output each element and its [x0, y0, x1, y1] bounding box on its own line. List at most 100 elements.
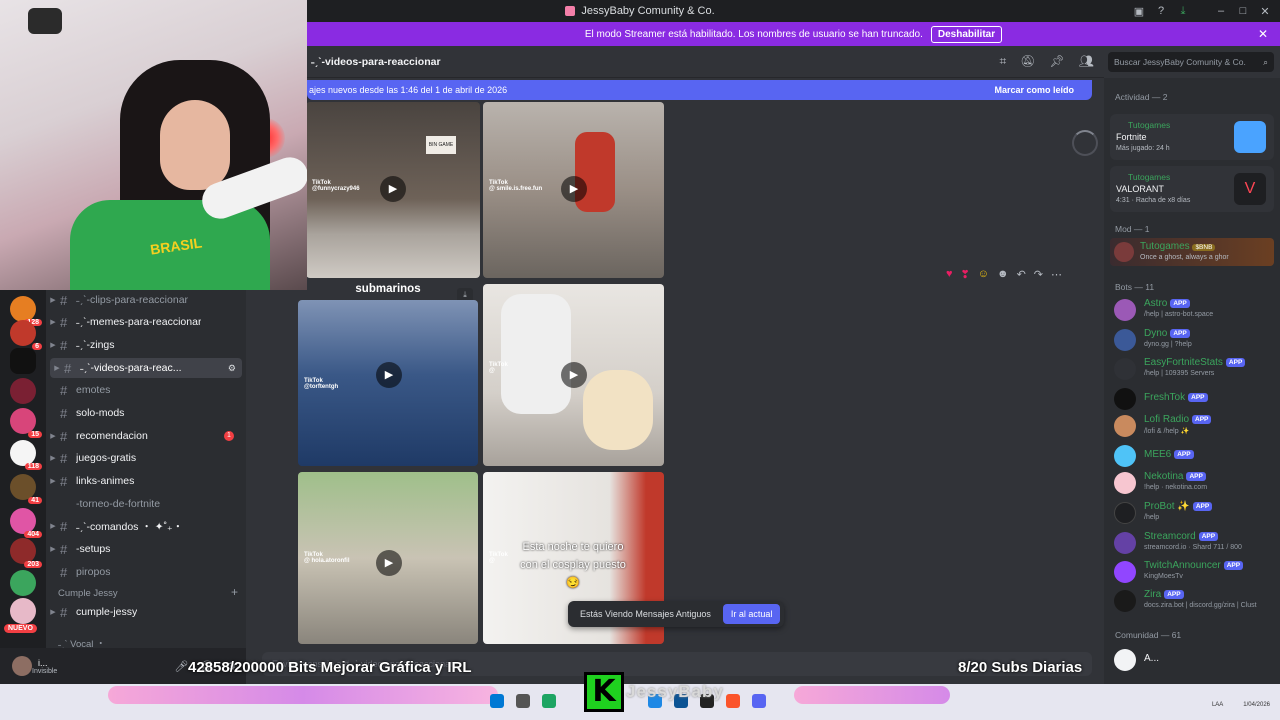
new-messages-bar[interactable]: ajes nuevos desde las 1:46 del 1 de abri… [307, 80, 1092, 100]
search-taskbar-icon[interactable] [516, 694, 530, 708]
emoji-reaction-icon[interactable]: ☺ [978, 268, 989, 281]
bot-member[interactable]: FreshTok APP [1114, 385, 1280, 411]
channel-item[interactable]: # solo-mods [46, 403, 242, 423]
channel-item[interactable]: ▶ # ˗ˏˋ-comandos ・ ✦˚₊‧ [46, 516, 242, 536]
category-header[interactable]: Cumple Jessy [58, 588, 118, 599]
bot-member[interactable]: Zira APP docs.zira.bot | discord.gg/zira |… [1114, 587, 1280, 613]
reply-icon[interactable]: ↶ [1017, 268, 1026, 281]
channel-item[interactable]: ▶ # cumple-jessy [46, 602, 242, 622]
server-icon[interactable]: 6 [10, 320, 42, 350]
subs-goal-text: 8/20 Subs Diarias [958, 659, 1083, 676]
channel-item[interactable]: # emotes [46, 380, 242, 400]
server-icon[interactable]: 41 [10, 474, 42, 504]
windows-start-icon[interactable] [490, 694, 504, 708]
close-banner-icon[interactable]: ✕ [1258, 27, 1268, 41]
threads-icon[interactable]: ⌗ [1000, 54, 1007, 69]
member-list-icon[interactable]: 👥︎ [1079, 54, 1094, 69]
play-icon[interactable]: ▶ [376, 362, 402, 388]
server-icon[interactable]: 203 [10, 538, 42, 568]
old-messages-notice: Estás Viendo Mensajes Antiguos Ir al act… [568, 601, 785, 627]
maximize-icon[interactable]: □ [1232, 5, 1254, 17]
disable-streamer-button[interactable]: Deshabilitar [930, 25, 1003, 43]
brave-icon[interactable] [726, 694, 740, 708]
avatar[interactable] [12, 656, 32, 676]
add-reaction-icon[interactable]: ☻ [997, 268, 1009, 281]
server-icon[interactable]: 118 [10, 440, 42, 470]
play-icon[interactable]: ▶ [376, 550, 402, 576]
add-channel-icon[interactable]: + [231, 585, 238, 599]
tiktok-watermark: TikTok @ [489, 552, 508, 564]
heart-reaction-icon[interactable]: ♥ [946, 268, 953, 281]
download-icon[interactable]: ⤓ [1172, 5, 1194, 18]
more-icon[interactable]: ⋯ [1051, 268, 1062, 281]
bot-member[interactable]: MEE6 APP [1114, 442, 1280, 468]
channel-item[interactable]: ▶ # recomendacion 1 [46, 426, 242, 446]
video-thumbnail[interactable]: TikTok @ smile.is.free.fun ▶ [483, 102, 664, 278]
channel-item-active[interactable]: ▶ # ˗ˏˋ-videos-para-reac... ⚙ [50, 358, 242, 378]
user-status: Invisible [32, 667, 58, 675]
mark-read-button[interactable]: Marcar como leído [994, 85, 1074, 95]
bot-member[interactable]: Astro APP/help | astro-bot.space [1114, 296, 1280, 322]
server-icon[interactable] [10, 348, 36, 374]
user-info[interactable]: i... Invisible [32, 658, 57, 675]
community-member[interactable]: A... [1114, 646, 1280, 672]
notifications-icon[interactable]: 🔕︎ [1020, 54, 1035, 69]
taskbar-icons [490, 694, 556, 708]
message-area[interactable]: BIN GAME TikTok @funnycrazy946 ▶ TikTok @ … [246, 100, 1104, 648]
server-icon[interactable]: 15 [10, 408, 42, 438]
video-thumbnail[interactable]: TikTok @ ▶ [483, 284, 664, 466]
channel-item[interactable]: ▶ # ˗ˏˋ-zings [46, 335, 242, 355]
forward-icon[interactable]: ↷ [1034, 268, 1043, 281]
channel-item[interactable]: ▶ # ˗ˏˋ-memes-para-reaccionar [46, 312, 242, 332]
play-icon[interactable]: ▶ [561, 362, 587, 388]
activity-card[interactable]: Tutogames VALORANT 4:31 · Racha de x8 dí… [1110, 166, 1274, 212]
close-window-icon[interactable]: ✕ [1254, 5, 1276, 18]
channel-item[interactable]: ▶ # links-animes [46, 471, 242, 491]
search-input[interactable]: Buscar JessyBaby Comunity & Co. ⌕ [1108, 52, 1274, 72]
server-icon[interactable] [10, 378, 36, 404]
video-figure [575, 132, 615, 212]
video-thumbnail[interactable]: BIN GAME TikTok @funnycrazy946 ▶ [306, 102, 480, 278]
video-thumbnail[interactable]: TikTok @torftentgh ▶ [298, 300, 478, 466]
hearts-reaction-icon[interactable]: ❣ [961, 268, 970, 281]
bot-member[interactable]: Dyno APP dyno.gg | ?help [1114, 326, 1280, 352]
clock-date[interactable]: 1/04/2026 [1243, 702, 1270, 708]
mod-member[interactable]: Tutogames $BNB Once a ghost, always a gh… [1110, 238, 1274, 266]
channel-item[interactable]: -torneo-de-fortnite [46, 494, 242, 514]
discord-taskbar-icon[interactable] [752, 694, 766, 708]
video-caption: Esta noche te quiero con el cosplay pues… [520, 541, 626, 589]
discord-window: JessyBaby Comunity & Co. ▣ ? ⤓ – □ ✕ El … [0, 0, 1280, 720]
username: i... [38, 657, 48, 668]
mic-icon[interactable]: 🎤︎ [174, 660, 188, 673]
channel-settings-icon[interactable]: ⚙ [228, 363, 236, 374]
channel-item[interactable]: ▶ # -setups [46, 539, 242, 559]
server-icon[interactable]: 404 [10, 508, 42, 538]
server-icon[interactable] [10, 598, 36, 624]
bot-member[interactable]: ProBot ✨ APP/help [1114, 499, 1280, 525]
video-thumbnail[interactable]: TikTok @ hola.atoronfil ▶ [298, 472, 478, 644]
minimize-icon[interactable]: – [1210, 5, 1232, 17]
inbox-icon[interactable]: ▣ [1128, 5, 1150, 18]
search-placeholder: Buscar JessyBaby Comunity & Co. [1114, 57, 1246, 67]
browser-icon[interactable] [542, 694, 556, 708]
bot-member[interactable]: EasyFortniteStats APP/help | 109395 Serve… [1114, 355, 1280, 381]
activity-card[interactable]: Tutogames Fortnite Más jugado: 24 h [1110, 114, 1274, 160]
activity-game: Fortnite [1116, 132, 1147, 142]
search-icon: ⌕ [1263, 56, 1268, 67]
channel-item[interactable]: ▶ # ˗ˏˋ-clips-para-reaccionar [46, 290, 242, 310]
jump-to-present-button[interactable]: Ir al actual [722, 604, 781, 624]
bot-member[interactable]: Lofi Radio APP/lofi & /help ✨ [1114, 412, 1280, 438]
channel-item[interactable]: # piropos [46, 562, 242, 582]
server-icon[interactable]: 128 [10, 296, 42, 326]
bot-member[interactable]: Streamcord APP streamcord.io · Shard 711 /… [1114, 529, 1280, 555]
pin-icon[interactable]: 📌︎ [1050, 54, 1065, 69]
help-icon[interactable]: ? [1150, 5, 1172, 17]
play-icon[interactable]: ▶ [380, 176, 406, 202]
system-tray: LAA 1/04/2026 [1212, 702, 1270, 708]
play-icon[interactable]: ▶ [561, 176, 587, 202]
bot-member[interactable]: TwitchAnnouncer APP KingMoesTv [1114, 558, 1280, 584]
language-indicator[interactable]: LAA [1212, 702, 1223, 708]
server-icon[interactable] [10, 570, 36, 596]
bot-member[interactable]: Nekotina APP !help · nekotina.com [1114, 469, 1280, 495]
channel-item[interactable]: ▶ # juegos-gratis [46, 448, 242, 468]
